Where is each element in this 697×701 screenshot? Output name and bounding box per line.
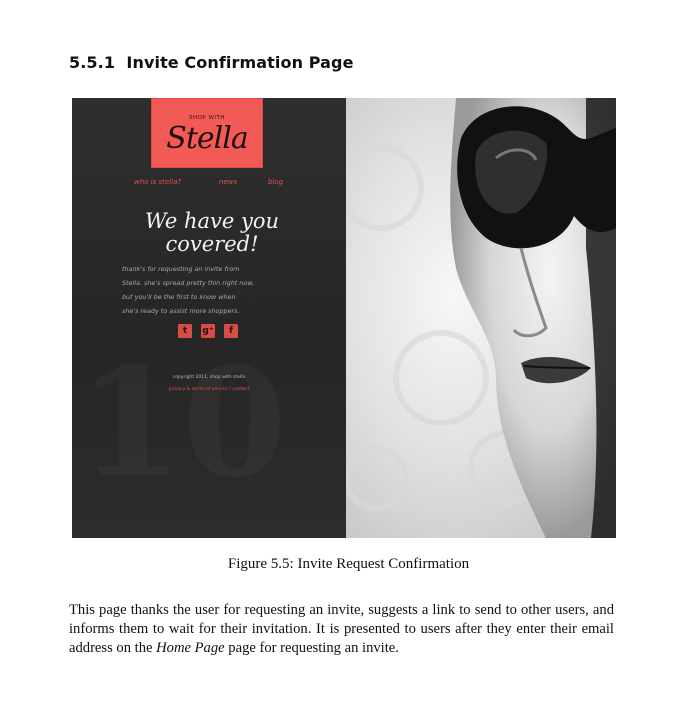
nav-link-news[interactable]: news <box>219 178 237 186</box>
nav-link-blog[interactable]: blog <box>268 178 283 186</box>
copyright-text: copyright 2011, shop with stella <box>172 375 246 380</box>
section-heading: 5.5.1 Invite Confirmation Page <box>69 53 354 72</box>
google-plus-icon[interactable]: g⁺ <box>201 324 215 338</box>
nav-link-who-is-stella[interactable]: who is stella? <box>134 178 181 186</box>
figure-caption: Figure 5.5: Invite Request Confirmation <box>227 556 470 572</box>
confirmation-headline: We have you covered! <box>112 210 312 256</box>
message-line: thank's for requesting an invite from <box>122 265 240 273</box>
message-line: but you'll be the first to know when <box>122 293 236 301</box>
facebook-icon[interactable]: f <box>224 324 238 338</box>
headline-line-1: We have you <box>144 209 280 233</box>
logo-script: Stella <box>166 121 248 156</box>
paragraph-text-end: page for requesting an invite. <box>224 640 399 656</box>
twitter-icon[interactable]: t <box>178 324 192 338</box>
background-decoration: 10 <box>78 348 287 498</box>
section-title: Invite Confirmation Page <box>126 53 354 72</box>
hero-photo <box>346 98 616 538</box>
woman-with-sunglasses-image <box>346 98 616 538</box>
body-paragraph: This page thanks the user for requesting… <box>69 601 614 658</box>
paragraph-emphasis: Home Page <box>156 640 225 656</box>
message-line: she's ready to assist more shoppers. <box>122 307 240 315</box>
figure-screenshot: 10 SHOP WITH Stella who is stella? news … <box>72 98 616 538</box>
section-number: 5.5.1 <box>69 53 116 72</box>
site-dark-panel: 10 SHOP WITH Stella who is stella? news … <box>72 98 346 538</box>
message-line: Stella. she's spread pretty thin right n… <box>122 279 255 287</box>
headline-line-2: covered! <box>165 232 259 256</box>
site-logo[interactable]: SHOP WITH Stella <box>151 98 263 168</box>
footer-links[interactable]: privacy & terms of service / contact <box>72 387 346 392</box>
confirmation-message: thank's for requesting an invite from St… <box>122 262 302 318</box>
